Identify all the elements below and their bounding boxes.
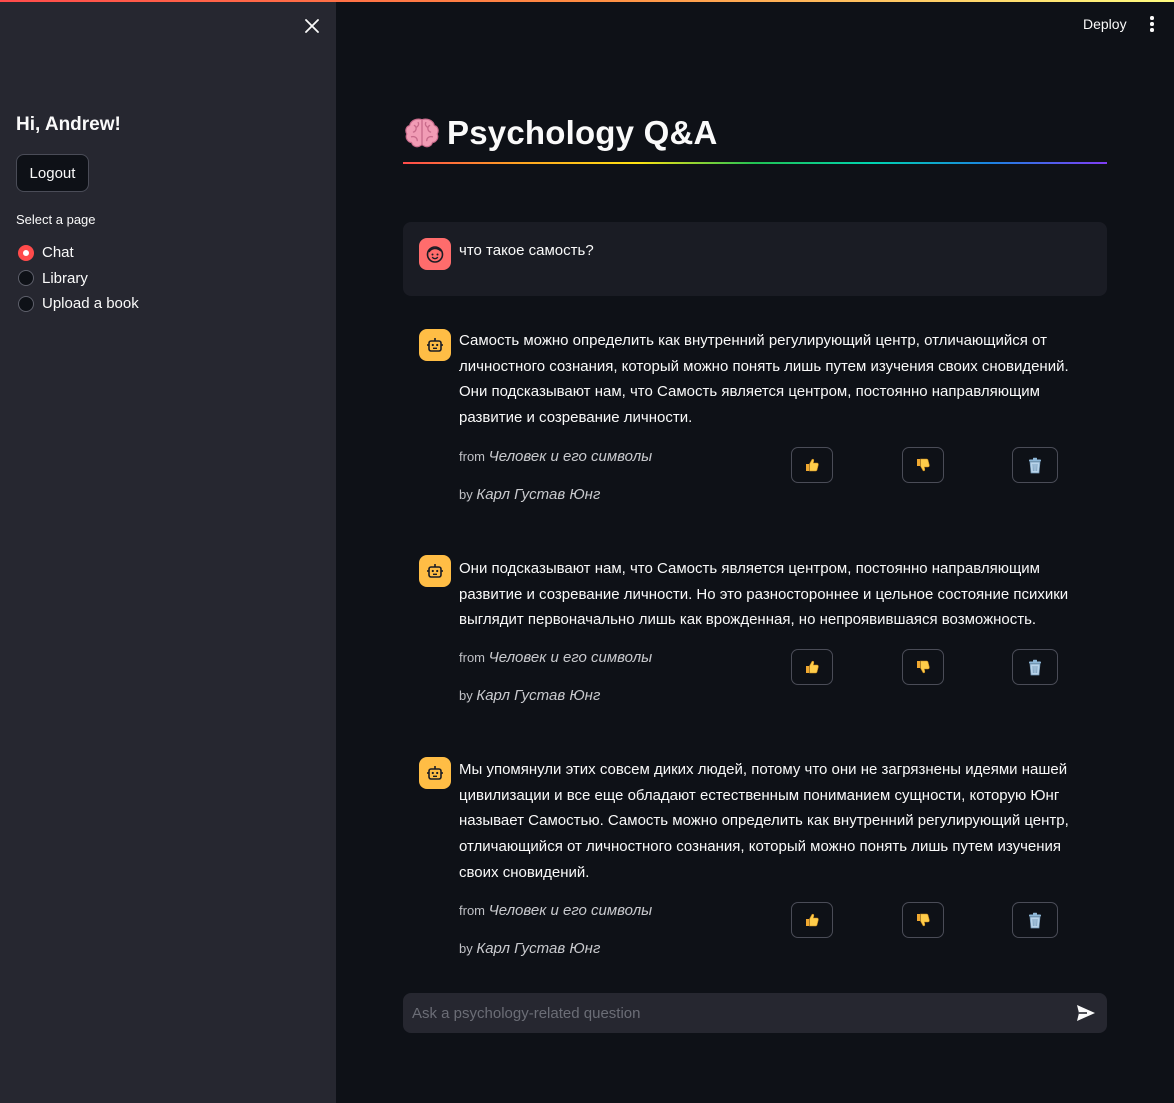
author-name: Карл Густав Юнг (476, 486, 601, 503)
like-button[interactable] (791, 902, 833, 938)
by-label: by (459, 688, 473, 703)
assistant-message: Самость можно определить как внутренний … (403, 328, 1107, 508)
trash-icon (1029, 912, 1041, 928)
from-label: from (459, 650, 485, 665)
book-title: Человек и его символы (488, 902, 653, 919)
radio-label: Library (42, 269, 88, 287)
delete-button[interactable] (1012, 902, 1058, 938)
bot-avatar (419, 757, 451, 789)
kebab-menu-icon (1150, 16, 1154, 20)
robot-icon (427, 338, 443, 352)
source-book: from Человек и его символы (459, 448, 652, 465)
assistant-message: Мы упомянули этих совсем диких людей, по… (403, 757, 1107, 963)
like-button[interactable] (791, 447, 833, 483)
top-accent-line (0, 0, 1174, 2)
radio-upload-book[interactable]: Upload a book (18, 291, 139, 317)
from-label: from (459, 903, 485, 918)
send-icon (1077, 1005, 1095, 1021)
assistant-message-text: Они подсказывают нам, что Самость являет… (459, 560, 1069, 629)
trash-icon (1029, 659, 1041, 675)
source-book: from Человек и его символы (459, 649, 652, 666)
thumbs-up-icon (806, 660, 819, 674)
page-radio-group: Chat Library Upload a book (18, 240, 139, 317)
user-avatar (419, 238, 451, 270)
deploy-button[interactable]: Deploy (1083, 16, 1127, 32)
like-button[interactable] (791, 649, 833, 685)
delete-button[interactable] (1012, 649, 1058, 685)
source-book: from Человек и его символы (459, 902, 652, 919)
dislike-button[interactable] (902, 902, 944, 938)
close-icon (305, 19, 319, 33)
bot-avatar (419, 555, 451, 587)
robot-icon (427, 766, 443, 780)
radio-button-checked[interactable] (18, 244, 34, 261)
main-menu-button[interactable] (1144, 14, 1160, 34)
greeting: Hi, Andrew! (16, 114, 121, 135)
thumbs-down-icon (917, 458, 930, 472)
logout-button[interactable]: Logout (16, 154, 89, 192)
brain-icon (405, 118, 439, 148)
source-author: by Карл Густав Юнг (459, 687, 600, 704)
chat-input-container (403, 993, 1107, 1033)
sidebar: Hi, Andrew! Logout Select a page Chat Li… (0, 0, 336, 1103)
by-label: by (459, 941, 473, 956)
chat-input[interactable] (412, 993, 1062, 1033)
thumbs-down-icon (917, 660, 930, 674)
from-label: from (459, 449, 485, 464)
author-name: Карл Густав Юнг (476, 940, 601, 957)
kebab-dot (1150, 28, 1154, 32)
source-author: by Карл Густав Юнг (459, 940, 600, 957)
send-button[interactable] (1073, 1001, 1099, 1025)
delete-button[interactable] (1012, 447, 1058, 483)
page-title-text: Psychology Q&A (447, 114, 718, 151)
user-message: что такое самость? (403, 222, 1107, 296)
radio-button[interactable] (18, 270, 34, 287)
robot-icon (427, 564, 443, 578)
author-name: Карл Густав Юнг (476, 687, 601, 704)
thumbs-up-icon (806, 913, 819, 927)
thumbs-down-icon (917, 913, 930, 927)
title-divider (403, 162, 1107, 164)
assistant-message-text: Самость можно определить как внутренний … (459, 332, 1069, 427)
assistant-message-text: Мы упомянули этих совсем диких людей, по… (459, 761, 1069, 881)
book-title: Человек и его символы (488, 649, 653, 666)
radio-button[interactable] (18, 295, 34, 312)
assistant-message: Они подсказывают нам, что Самость являет… (403, 555, 1107, 710)
user-message-text: что такое самость? (459, 242, 594, 259)
page-select-label: Select a page (16, 212, 96, 227)
face-icon (426, 246, 444, 263)
close-sidebar-button[interactable] (300, 14, 324, 38)
dislike-button[interactable] (902, 447, 944, 483)
radio-label: Chat (42, 244, 74, 262)
page-title: Psychology Q&A (403, 114, 718, 152)
radio-library[interactable]: Library (18, 266, 139, 292)
bot-avatar (419, 329, 451, 361)
book-title: Человек и его символы (488, 448, 653, 465)
radio-chat[interactable]: Chat (18, 240, 139, 266)
radio-label: Upload a book (42, 295, 139, 313)
dislike-button[interactable] (902, 649, 944, 685)
trash-icon (1029, 457, 1041, 473)
thumbs-up-icon (806, 458, 819, 472)
kebab-dot (1150, 22, 1154, 26)
source-author: by Карл Густав Юнг (459, 486, 600, 503)
by-label: by (459, 487, 473, 502)
